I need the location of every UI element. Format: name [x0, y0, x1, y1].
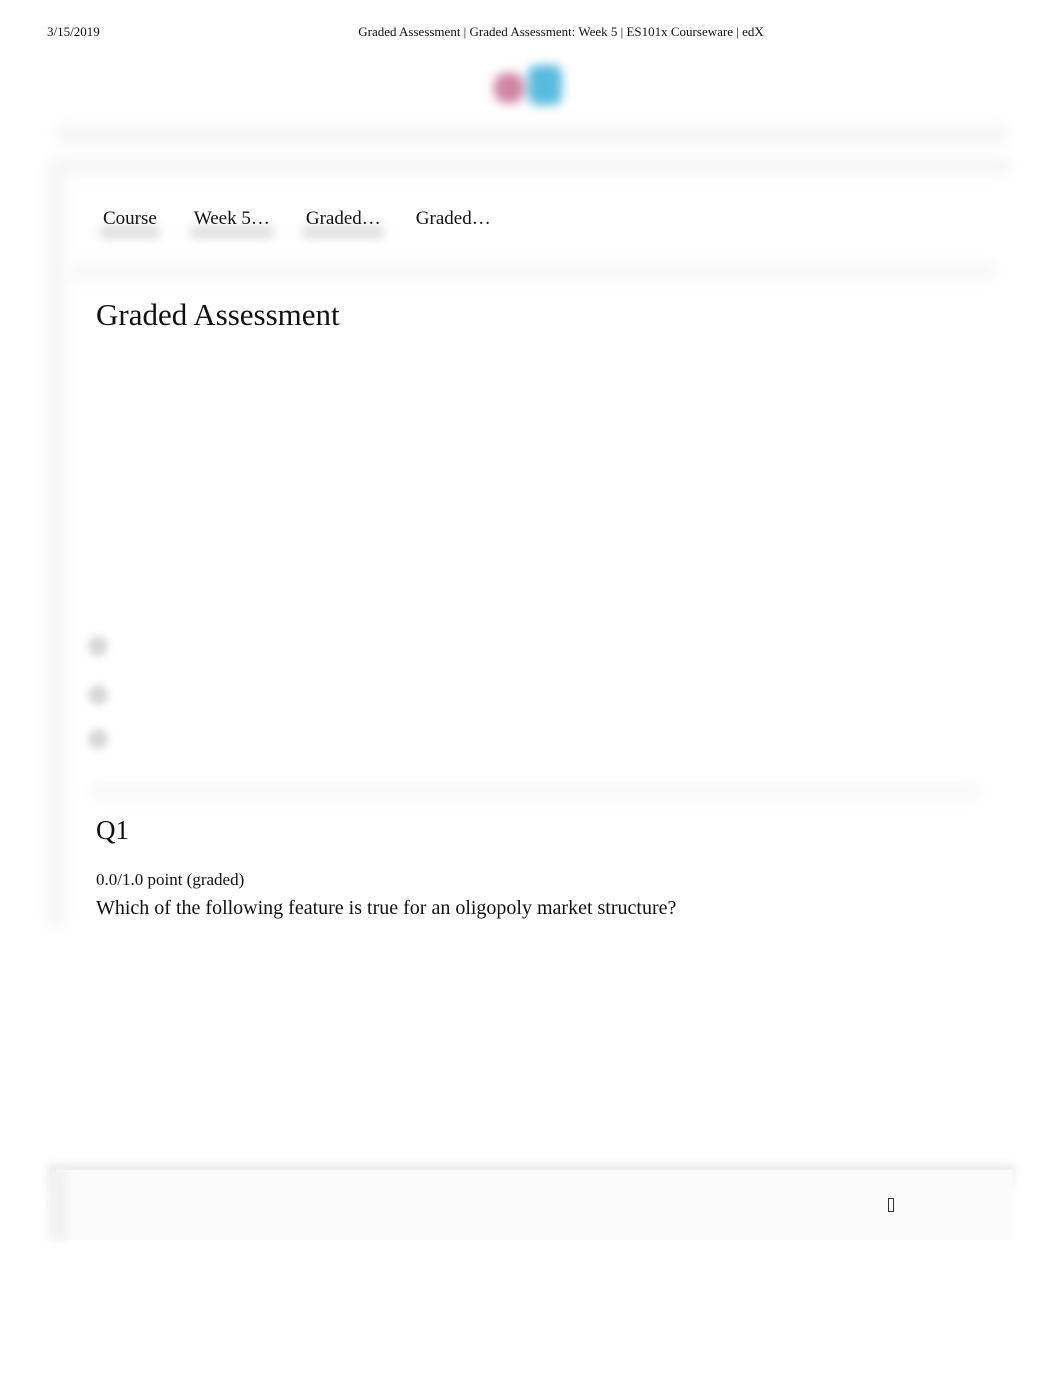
missing-glyph-icon	[888, 1198, 894, 1212]
breadcrumb-item-section[interactable]: Graded…	[301, 208, 385, 238]
print-header: 3/15/2019 Graded Assessment | Graded Ass…	[0, 24, 1062, 42]
question-points: 0.0/1.0 point (graded)	[96, 870, 245, 889]
logo-mark-left	[494, 73, 524, 103]
edx-logo[interactable]	[488, 63, 576, 109]
info-icon[interactable]	[88, 729, 108, 749]
breadcrumb-item-course[interactable]: Course	[99, 208, 161, 238]
footer-left-border	[48, 1170, 68, 1240]
top-nav-bar	[58, 126, 1006, 142]
breadcrumb-label: Graded…	[415, 208, 491, 229]
breadcrumb-label: Week 5…	[193, 208, 270, 229]
breadcrumb: Course Week 5… Graded… Graded…	[99, 208, 491, 238]
breadcrumb-item-week[interactable]: Week 5…	[189, 208, 274, 238]
sequence-nav-bar	[68, 262, 996, 278]
question-heading: Q1	[96, 815, 129, 845]
breadcrumb-item-current: Graded…	[416, 208, 491, 230]
page-title: Graded Assessment	[96, 297, 340, 332]
print-page-title: Graded Assessment | Graded Assessment: W…	[358, 24, 764, 39]
section-divider	[90, 784, 980, 798]
question-text: Which of the following feature is true f…	[96, 897, 677, 919]
breadcrumb-label: Graded…	[305, 208, 381, 229]
notification-icon[interactable]	[88, 685, 108, 705]
content-left-border	[48, 160, 64, 925]
course-nav-bar	[60, 158, 1010, 174]
bookmark-icon[interactable]	[88, 636, 108, 656]
footer-panel	[56, 1170, 1012, 1240]
breadcrumb-label: Course	[103, 208, 157, 229]
logo-mark-right	[528, 65, 562, 105]
